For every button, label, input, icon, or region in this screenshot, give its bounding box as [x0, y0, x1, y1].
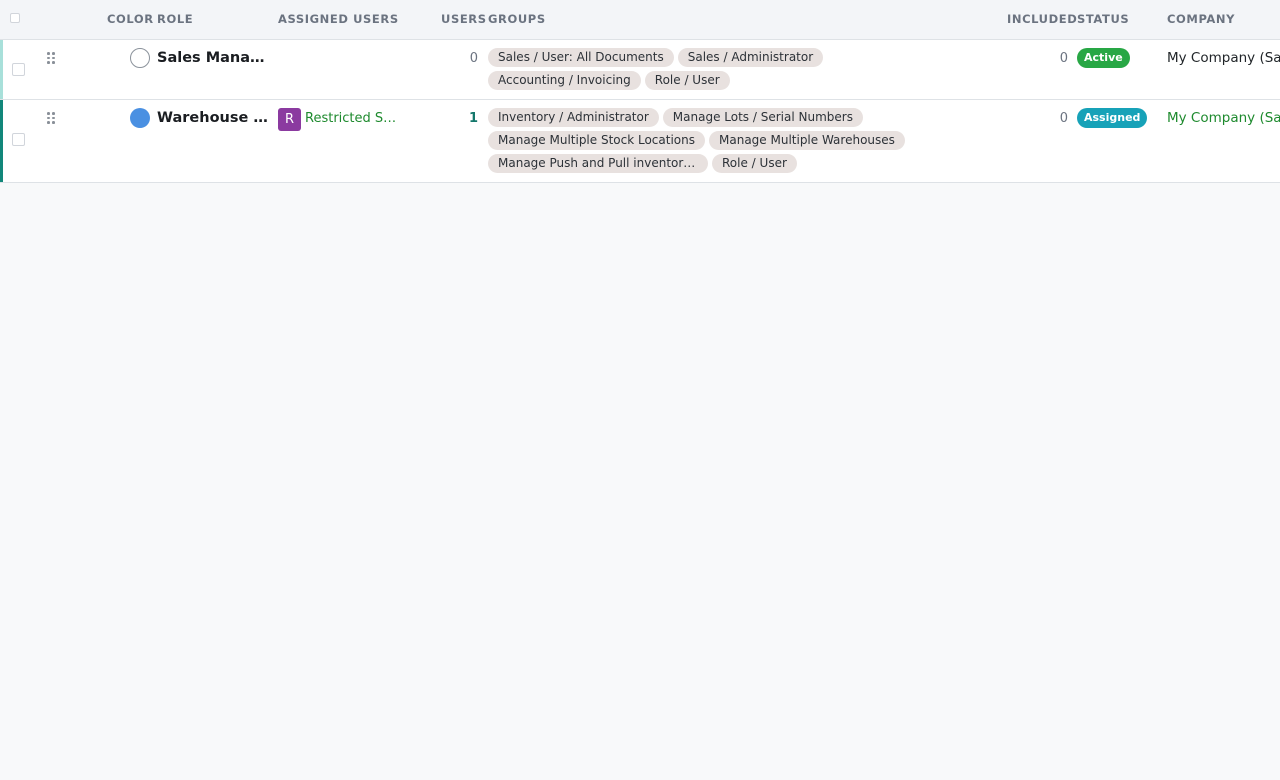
column-header-included[interactable]: INCLUDED	[1007, 12, 1077, 26]
table-row[interactable]: Warehouse M… R Restricted Sa… 1 Inventor…	[0, 100, 1280, 183]
select-all-checkbox[interactable]	[10, 13, 20, 23]
row-checkbox[interactable]	[12, 63, 25, 76]
row-checkbox[interactable]	[12, 133, 25, 146]
column-header-groups[interactable]: GROUPS	[488, 12, 546, 26]
color-swatch[interactable]	[130, 48, 150, 68]
company-link[interactable]: My Company (San	[1167, 110, 1280, 126]
group-tag: Accounting / Invoicing	[488, 71, 641, 90]
group-tag: Role / User	[644, 71, 730, 90]
group-tag: Manage Multiple Warehouses	[709, 131, 905, 150]
group-tag: Sales / User: All Documents	[488, 48, 674, 67]
row-status-bar	[0, 40, 3, 99]
column-header-assigned-users[interactable]: ASSIGNED USERS	[278, 12, 399, 26]
column-header-role[interactable]: ROLE	[157, 12, 193, 26]
roles-list-table: COLOR ROLE ASSIGNED USERS USERS GROUPS I…	[0, 0, 1280, 183]
column-header-company[interactable]: COMPANY	[1167, 12, 1235, 26]
user-avatar[interactable]: R	[278, 108, 301, 131]
assigned-user-link[interactable]: Restricted Sa…	[305, 111, 400, 126]
users-count: 1	[468, 111, 478, 126]
table-row[interactable]: Sales Manager 0 Sales / User: All Docume…	[0, 40, 1280, 100]
company-name: My Company (San	[1167, 50, 1280, 66]
group-tag: Manage Lots / Serial Numbers	[662, 108, 863, 127]
column-header-status[interactable]: STATUS	[1077, 12, 1129, 26]
group-tag: Manage Push and Pull inventory fl…	[488, 154, 708, 173]
groups-tags: Sales / User: All Documents Sales / Admi…	[488, 48, 968, 90]
group-tag: Role / User	[712, 154, 797, 173]
group-tag: Inventory / Administrator	[488, 108, 659, 127]
color-swatch[interactable]	[130, 108, 150, 128]
users-count: 0	[469, 51, 478, 66]
row-status-bar	[0, 100, 3, 182]
drag-handle-icon[interactable]	[47, 112, 55, 124]
group-tag: Sales / Administrator	[677, 48, 824, 67]
drag-handle-icon[interactable]	[47, 52, 55, 64]
role-name: Warehouse M…	[157, 110, 269, 126]
role-name: Sales Manager	[157, 50, 269, 66]
group-tag: Manage Multiple Stock Locations	[488, 131, 705, 150]
column-header-users[interactable]: USERS	[441, 12, 487, 26]
status-badge: Active	[1077, 48, 1130, 68]
included-count: 0	[1059, 51, 1068, 66]
column-header-color[interactable]: COLOR	[107, 12, 154, 26]
groups-tags: Inventory / Administrator Manage Lots / …	[488, 108, 968, 173]
included-count: 0	[1059, 111, 1068, 126]
table-header: COLOR ROLE ASSIGNED USERS USERS GROUPS I…	[0, 0, 1280, 40]
status-badge: Assigned	[1077, 108, 1148, 128]
